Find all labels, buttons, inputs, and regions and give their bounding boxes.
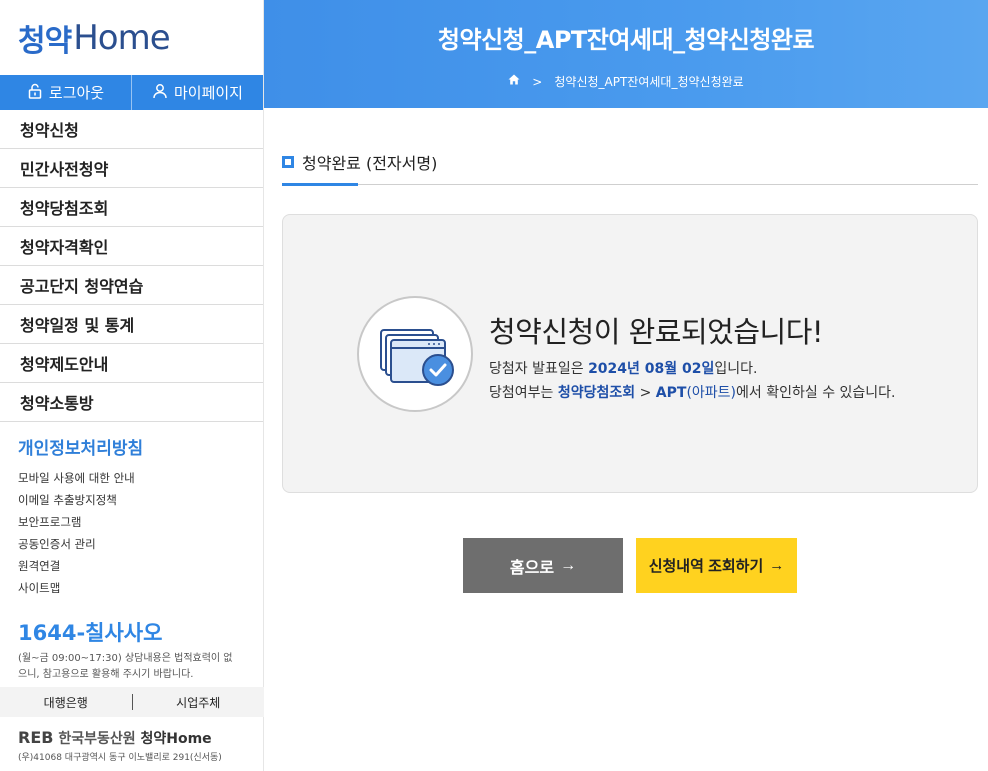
home-icon[interactable] [508,74,520,89]
page: 청약 Home 로그아웃 마이페이지 청약신청 민간사전청약 청약당첨조회 청약… [0,0,988,771]
org-home: 청약Home [140,731,212,747]
apt-ref: APT [655,385,687,401]
operator-link[interactable]: 시업주체 [133,694,265,711]
announcement-date-text: 당첨자 발표일은 2024년 08월 02일입니다. [489,361,758,377]
section-label: 청약완료 (전자서명) [302,154,438,173]
user-icon [152,83,168,103]
menu-item-apply[interactable]: 청약신청 [0,110,263,149]
completed-document-icon [357,296,473,412]
winner-lookup-ref: 청약당첨조회 [557,385,636,401]
go-home-label: 홈으로 [509,559,555,577]
contact-phone: 1644-칠사사오 [18,621,163,645]
square-bullet-icon [282,156,294,168]
mypage-button[interactable]: 마이페이지 [131,75,263,110]
logout-button[interactable]: 로그아웃 [0,75,131,110]
completion-title: 청약신청이 완료되었습니다! [489,315,824,349]
link-email-policy[interactable]: 이메일 추출방지정책 [18,489,263,511]
logo-text: Home [73,17,170,58]
reb-logo-text: REB [18,728,54,747]
breadcrumb: > 청약신청_APT잔여세대_청약신청완료 [264,73,988,90]
org-name: 한국부동산원 [58,731,136,747]
arrow-right-icon: → [560,556,577,574]
link-mobile-guide[interactable]: 모바일 사용에 대한 안내 [18,467,263,489]
view-history-label: 신청내역 조회하기 [648,558,764,575]
bank-link[interactable]: 대행은행 [0,694,132,711]
arrow-right-icon: → [769,557,785,574]
page-header: 청약신청_APT잔여세대_청약신청완료 > 청약신청_APT잔여세대_청약신청완… [264,0,988,108]
announcement-date: 2024년 08월 02일 [588,361,715,377]
menu-item-winner-lookup[interactable]: 청약당첨조회 [0,188,263,227]
footer-links: 모바일 사용에 대한 안내 이메일 추출방지정책 보안프로그램 공동인증서 관리… [0,467,263,599]
menu-item-eligibility[interactable]: 청약자격확인 [0,227,263,266]
menu-item-schedule-stats[interactable]: 청약일정 및 통계 [0,305,263,344]
contact-note: (월~금 09:00~17:30) 상담내용은 법적효력이 없으니, 참고용으로… [18,653,233,680]
menu-item-practice[interactable]: 공고단지 청약연습 [0,266,263,305]
mypage-label: 마이페이지 [173,84,243,102]
auth-bar: 로그아웃 마이페이지 [0,75,263,110]
section-heading: 청약완료 (전자서명) [282,150,978,186]
view-application-history-button[interactable]: 신청내역 조회하기 → [636,538,797,593]
link-remote[interactable]: 원격연결 [18,555,263,577]
breadcrumb-current: 청약신청_APT잔여세대_청약신청완료 [554,75,744,89]
logout-label: 로그아웃 [48,84,105,102]
check-result-text: 당첨여부는 청약당첨조회 > APT(아파트)에서 확인하실 수 있습니다. [489,385,896,401]
main-menu: 청약신청 민간사전청약 청약당첨조회 청약자격확인 공고단지 청약연습 청약일정… [0,110,263,422]
lock-icon [27,83,43,103]
site-logo[interactable]: 청약 Home [0,0,263,75]
link-certificate[interactable]: 공동인증서 관리 [18,533,263,555]
page-title: 청약신청_APT잔여세대_청약신청완료 [437,26,815,54]
completion-panel: 청약신청이 완료되었습니다! 당첨자 발표일은 2024년 08월 02일입니다… [282,214,978,493]
menu-item-system-guide[interactable]: 청약제도안내 [0,344,263,383]
section-underline [282,183,358,186]
partner-bar: 대행은행 시업주체 [0,687,264,717]
privacy-policy-link[interactable]: 개인정보처리방침 [18,434,263,459]
org-logo: REB 한국부동산원 청약Home [18,728,212,748]
org-address: (우)41068 대구광역시 동구 이노밸리로 291(신서동) [18,753,222,763]
chevron-right-icon: > [532,74,543,89]
link-sitemap[interactable]: 사이트맵 [18,577,263,599]
menu-item-community[interactable]: 청약소통방 [0,383,263,422]
menu-item-private-preapply[interactable]: 민간사전청약 [0,149,263,188]
go-home-button[interactable]: 홈으로 → [463,538,623,593]
link-security-program[interactable]: 보안프로그램 [18,511,263,533]
sidebar: 청약 Home 로그아웃 마이페이지 청약신청 민간사전청약 청약당첨조회 청약… [0,0,264,771]
logo-mark: 청약 [18,23,72,59]
